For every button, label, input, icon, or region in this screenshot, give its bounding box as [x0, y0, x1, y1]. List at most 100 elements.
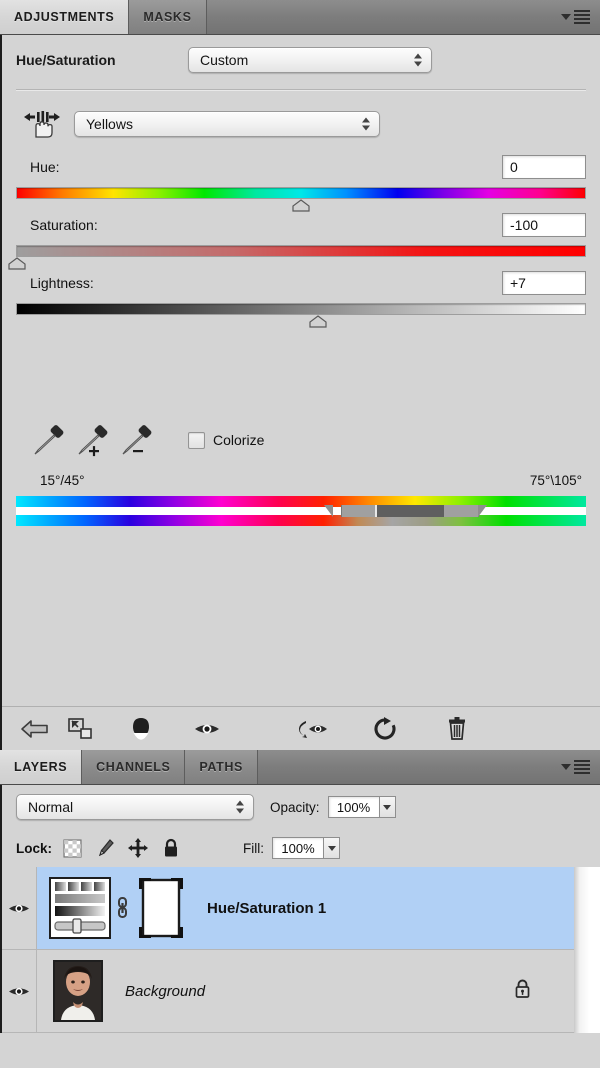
layer-thumbnail[interactable] [53, 960, 103, 1022]
saturation-label: Saturation: [30, 217, 98, 233]
range-handle-right-icon[interactable] [477, 505, 487, 517]
tabbar-filler [258, 750, 561, 784]
range-falloff-right[interactable] [443, 505, 479, 517]
opacity-label: Opacity: [270, 799, 320, 815]
lightness-slider-thumb[interactable] [308, 315, 328, 328]
table-row[interactable]: Hue/Saturation 1 [2, 867, 600, 950]
color-range-dropdown[interactable]: Yellows [74, 111, 380, 137]
adjustments-tabbar: ADJUSTMENTS MASKS [0, 0, 600, 35]
lock-icons-group [62, 838, 181, 858]
hamburger-icon [574, 760, 590, 774]
lock-fill-row: Lock: Fill: 100% [0, 829, 600, 867]
tab-channels-label: CHANNELS [96, 760, 171, 774]
saturation-slider-thumb[interactable] [7, 257, 27, 270]
layer-locked-icon [513, 978, 532, 1005]
delete-icon[interactable] [434, 712, 480, 746]
hue-slider-track[interactable] [16, 187, 586, 212]
chevron-down-icon [561, 764, 571, 770]
sliders-group: Hue: 0 Saturation: -100 Lightness: +7 [2, 155, 600, 328]
chevron-updown-icon [362, 117, 370, 131]
opacity-input[interactable]: 100% [327, 796, 380, 818]
color-range-row: Yellows [2, 91, 600, 141]
fill-stepper-icon[interactable] [324, 837, 341, 859]
colorize-control[interactable]: Colorize [188, 431, 264, 449]
eye-icon [9, 904, 29, 912]
panel-menu-icon[interactable] [561, 0, 600, 34]
tab-paths[interactable]: PATHS [185, 750, 258, 784]
tab-paths-label: PATHS [199, 760, 243, 774]
eyedropper-subtract-icon[interactable] [116, 423, 160, 457]
adjustment-thumbnail[interactable] [49, 877, 111, 939]
hue-input[interactable]: 0 [502, 155, 586, 179]
range-gradient-bottom [16, 515, 586, 526]
back-arrow-icon[interactable] [12, 712, 58, 746]
tab-layers[interactable]: LAYERS [0, 750, 83, 784]
adjustment-title: Hue/Saturation [16, 52, 116, 68]
link-icon[interactable] [115, 896, 129, 920]
layer-mask-thumbnail[interactable] [137, 877, 185, 939]
lock-image-icon[interactable] [95, 838, 115, 858]
hue-slider-thumb[interactable] [291, 199, 311, 212]
fill-input[interactable]: 100% [272, 837, 325, 859]
lightness-row: Lightness: +7 [16, 271, 586, 295]
tabbar-filler [207, 0, 561, 34]
opacity-stepper-icon[interactable] [379, 796, 396, 818]
layers-panel: LAYERS CHANNELS PATHS Normal Opacity: 10… [0, 750, 600, 1068]
blend-opacity-row: Normal Opacity: 100% [0, 785, 600, 829]
lock-position-icon[interactable] [128, 838, 149, 858]
panel-menu-icon[interactable] [561, 750, 600, 784]
lightness-input[interactable]: +7 [502, 271, 586, 295]
preset-dropdown[interactable]: Custom [188, 47, 432, 73]
lightness-label: Lightness: [30, 275, 94, 291]
blend-mode-dropdown[interactable]: Normal [16, 794, 254, 820]
preview-previous-icon[interactable] [290, 712, 336, 746]
reset-icon[interactable] [362, 712, 408, 746]
chevron-updown-icon [414, 53, 422, 67]
layer-visibility-toggle[interactable] [2, 950, 37, 1032]
eye-icon [9, 987, 29, 995]
tab-masks[interactable]: MASKS [129, 0, 207, 34]
range-left-degrees: 15°/45° [40, 473, 85, 488]
range-degree-labels: 15°/45° 75°\105° [2, 473, 600, 488]
hue-label: Hue: [30, 159, 60, 175]
colorize-checkbox[interactable] [188, 431, 205, 449]
layers-tabbar: LAYERS CHANNELS PATHS [0, 750, 600, 785]
fill-label: Fill: [243, 840, 265, 856]
color-range-bar[interactable] [16, 496, 586, 526]
range-handle-left-icon[interactable] [323, 505, 333, 517]
layers-scrollbar[interactable] [574, 867, 600, 1033]
lock-all-icon[interactable] [161, 838, 181, 858]
table-row[interactable]: Background [2, 950, 600, 1033]
saturation-slider-track[interactable] [8, 245, 586, 270]
range-falloff-left[interactable] [340, 505, 377, 517]
tab-masks-label: MASKS [143, 10, 192, 24]
blend-mode-value: Normal [28, 799, 74, 815]
adjustments-footer [2, 706, 600, 751]
preset-value: Custom [200, 52, 249, 68]
eyedropper-add-icon[interactable] [72, 423, 116, 457]
on-image-adjustment-icon[interactable] [20, 107, 64, 141]
range-core-selection[interactable] [375, 505, 448, 517]
hamburger-icon [574, 10, 590, 24]
chevron-updown-icon [236, 800, 244, 814]
eyedropper-sample-icon[interactable] [28, 423, 72, 457]
chevron-down-icon [561, 14, 571, 20]
hue-row: Hue: 0 [16, 155, 586, 179]
clip-to-layer-icon[interactable] [118, 712, 164, 746]
layer-name: Hue/Saturation 1 [207, 899, 327, 917]
preset-row: Hue/Saturation Custom [2, 35, 600, 73]
layer-name: Background [125, 982, 206, 1000]
tab-channels[interactable]: CHANNELS [82, 750, 186, 784]
eyedropper-tools-row: Colorize [2, 423, 600, 457]
expand-view-icon[interactable] [58, 712, 104, 746]
tab-adjustments[interactable]: ADJUSTMENTS [0, 0, 130, 34]
layer-visibility-toggle[interactable] [2, 867, 37, 949]
lock-label: Lock: [16, 840, 53, 856]
lock-transparency-icon[interactable] [62, 838, 82, 858]
lightness-slider-track[interactable] [16, 303, 586, 328]
toggle-visibility-icon[interactable] [184, 712, 230, 746]
saturation-input[interactable]: -100 [502, 213, 586, 237]
tab-layers-label: LAYERS [14, 760, 68, 774]
range-gradient-top [16, 496, 586, 507]
color-range-value: Yellows [86, 116, 133, 132]
